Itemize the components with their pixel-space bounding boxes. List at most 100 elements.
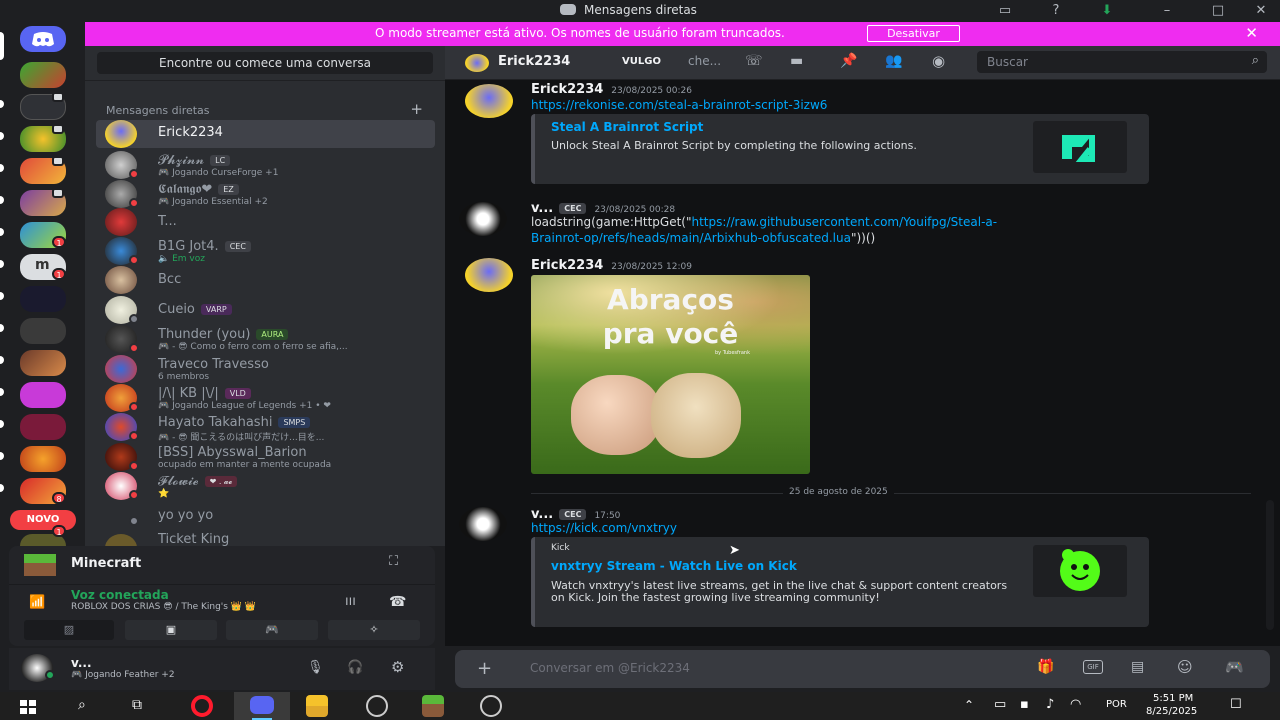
opera-icon[interactable] [191,695,213,717]
profile-icon[interactable]: ◉ [932,52,945,70]
message-composer[interactable]: + Conversar em @Erick2234 🎁 GIF ▤ ☺ 🎮 [455,650,1270,688]
message-link[interactable]: Brainrot-op/refs/heads/main/Arbixhub-obf… [531,231,851,245]
dm-item[interactable]: Erick2234 [96,120,435,148]
message-link[interactable]: https://kick.com/vnxtryy [531,521,677,535]
server-icon[interactable] [20,318,66,344]
add-attachment-icon[interactable]: + [477,658,492,679]
dm-item[interactable]: Thunder (you) AURA 🎮 - 😎 Como o ferro com… [96,325,435,353]
search-icon[interactable]: ⌕ [78,697,86,713]
microphone-icon[interactable]: 🎙 [307,660,324,675]
headphones-icon[interactable]: 🎧 [347,660,363,675]
notification-icon[interactable]: ☐ [1230,697,1242,712]
dm-item[interactable]: [BSS] Abysswal_Barion ocupado em manter … [96,443,435,471]
discord-tray-icon[interactable]: ▪ [1020,697,1029,712]
guild-tag: SMPS [278,417,311,428]
dm-item[interactable]: |/\| KB |\/| VLD 🎮 Jogando League of Lege… [96,384,435,412]
dm-item[interactable]: Bcc [96,266,435,294]
create-dm-icon[interactable]: + [410,100,423,118]
screen-icon[interactable]: ▭ [994,697,1006,712]
search-input[interactable]: Buscar ⌕ [977,51,1267,73]
dm-item[interactable]: 𝕮𝖆𝖑𝖆𝖓𝖌𝖔❤ EZ 🎮 Jogando Essential +2 [96,180,435,208]
help-icon[interactable]: ? [1045,2,1067,20]
disable-streamer-button[interactable]: Desativar [867,25,960,42]
voice-call-icon[interactable]: ☏ [745,53,763,69]
soundboard-button[interactable]: ✧ [328,620,420,640]
screen-share-button[interactable]: ▣ [125,620,217,640]
add-friend-icon[interactable]: 👥 [885,53,902,69]
language-indicator[interactable]: POR [1106,699,1127,710]
emoji-icon[interactable]: ☺ [1177,658,1193,676]
server-icon[interactable] [20,350,66,376]
dm-item[interactable]: Traveco Travesso 6 membros [96,355,435,383]
avatar [105,266,137,294]
server-icon[interactable] [20,446,66,472]
home-button[interactable] [20,26,66,52]
embed-title[interactable]: vnxtryy Stream - Watch Live on Kick [551,559,797,573]
dm-name: |/\| KB |\/| VLD [158,386,251,401]
clock-time[interactable]: 5:51 PM [1153,693,1193,704]
maximize-button[interactable]: □ [1207,2,1229,20]
dm-item[interactable]: T... [96,208,435,236]
avatar[interactable] [459,507,507,541]
message-author[interactable]: Erick2234 23/08/2025 12:09 [531,258,692,273]
activity-button[interactable]: 🎮 [226,620,318,640]
obs-icon[interactable] [480,695,502,717]
image-attachment[interactable]: Abraços pra você by Tubesfrank [531,275,810,474]
pin-icon[interactable]: 📌 [840,53,857,69]
download-icon[interactable]: ⬇ [1096,2,1118,20]
embed-title[interactable]: Steal A Brainrot Script [551,120,703,134]
dm-item[interactable]: Hayato Takahashi SMPS 🎮 - 😎 聞こえるのは叫び声だけ..… [96,413,435,443]
clock-date[interactable]: 8/25/2025 [1146,706,1197,717]
dm-activity: 🎮 Jogando CurseForge +1 [158,168,279,178]
server-icon[interactable] [20,286,66,312]
video-call-icon[interactable]: ▬ [790,53,803,69]
unread-pill [0,100,4,108]
start-icon[interactable] [20,700,36,714]
message-author[interactable]: v... CEC 23/08/2025 00:28 [531,201,675,216]
sticker-icon[interactable]: ▤ [1131,659,1144,675]
activity-icon[interactable]: ⛶ [389,554,398,569]
apps-icon[interactable]: 🎮 [1225,658,1244,676]
close-window-button[interactable]: ✕ [1250,2,1272,20]
dm-item[interactable]: Cueio VARP [96,296,435,324]
gear-icon[interactable]: ⚙ [391,658,404,676]
minimize-button[interactable]: – [1156,2,1178,20]
minecraft-taskbar-icon[interactable] [422,695,444,717]
dm-item[interactable]: 𝓟𝓱𝔃𝓲𝓷𝓷 LC 🎮 Jogando CurseForge +1 [96,151,435,179]
message-author[interactable]: Erick2234 23/08/2025 00:26 [531,82,692,97]
server-icon[interactable] [20,62,66,88]
voice-channel[interactable]: ROBLOX DOS CRIAS 😎 / The King's 👑 👑 [71,602,256,612]
file-explorer-icon[interactable] [306,695,328,717]
screen-share-icon[interactable]: ▭ [994,2,1016,20]
dm-search-input[interactable]: Encontre ou comece uma conversa [97,52,433,74]
camera-button[interactable]: ▨ [24,620,114,640]
app-icon[interactable] [366,695,388,717]
server-icon[interactable] [20,414,66,440]
speaker-icon[interactable]: ♪ [1046,697,1054,712]
message-link[interactable]: https://rekonise.com/steal-a-brainrot-sc… [531,98,827,112]
new-badge[interactable]: NOVO [10,510,76,530]
status-indicator [129,343,139,353]
avatar[interactable] [459,202,507,236]
dm-item[interactable]: yo yo yo [96,502,435,530]
dm-item[interactable]: Ticket King [96,528,435,546]
avatar[interactable] [465,84,513,118]
noise-suppression-icon[interactable]: ııı [345,594,356,609]
avatar[interactable] [465,258,513,292]
gift-icon[interactable]: 🎁 [1037,659,1054,675]
server-icon[interactable] [20,382,66,408]
voice-status[interactable]: Voz conectada [71,588,169,602]
gif-icon[interactable]: GIF [1083,660,1103,674]
dm-item[interactable]: B1G Jot4. CEC 🔈 Em voz [96,237,435,265]
discord-taskbar-icon[interactable] [234,692,290,720]
dm-item[interactable]: 𝓕𝓵𝓸𝔀𝓲𝓮 ❤ . 𝓪𝓮 ⭐ [96,472,435,500]
message-link[interactable]: https://raw.githubusercontent.com/Youifp… [692,215,998,229]
message-author[interactable]: v... CEC 17:50 [531,507,620,522]
close-icon[interactable]: ✕ [1245,24,1258,42]
wifi-icon[interactable]: ◠ [1070,697,1081,712]
message-input[interactable]: Conversar em @Erick2234 [530,661,690,675]
disconnect-icon[interactable]: ☎ [389,594,406,610]
chat-scrollbar[interactable] [1266,500,1274,630]
task-view-icon[interactable]: ⧉ [132,697,142,713]
chevron-up-icon[interactable]: ⌃ [964,698,974,712]
